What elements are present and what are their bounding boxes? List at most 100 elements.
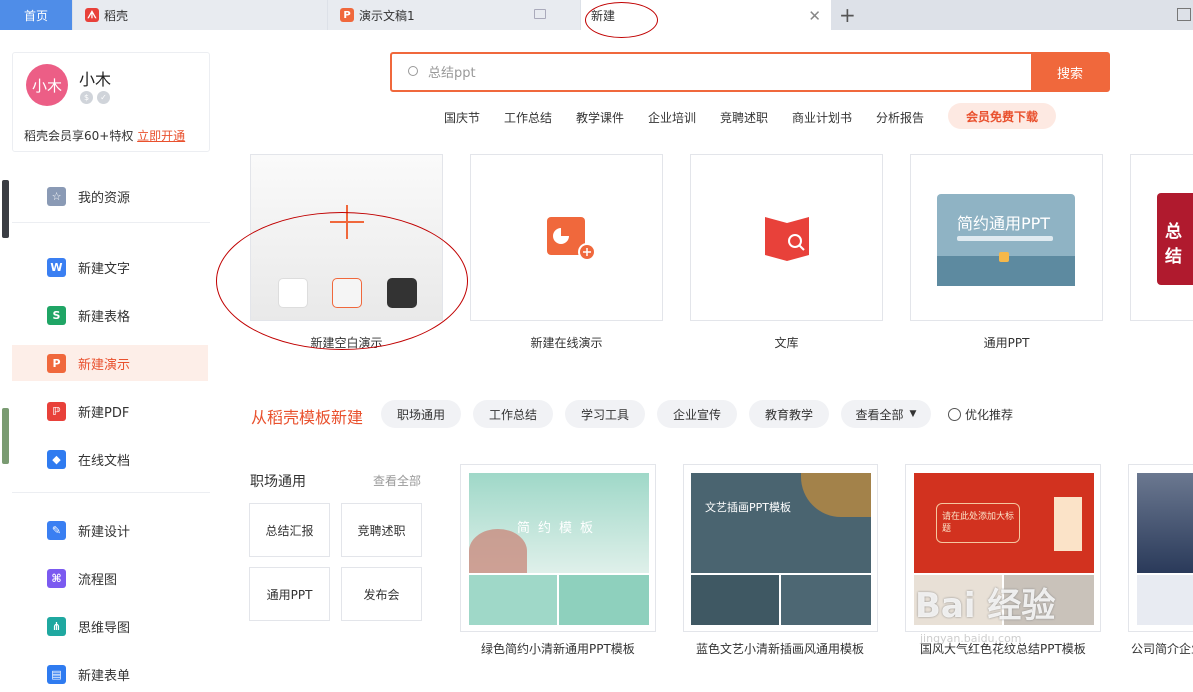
edge-level-indicator — [2, 408, 9, 464]
dark-theme-swatch[interactable] — [387, 278, 417, 308]
thumbnail-lamp — [999, 252, 1009, 262]
light-theme-swatch[interactable] — [332, 278, 362, 308]
general-ppt-thumbnail: 简约通用PPT — [937, 194, 1075, 286]
category-pill[interactable]: 工作总结 — [473, 400, 553, 428]
thumbnail-title: 文艺插画PPT模板 — [705, 501, 791, 514]
optimize-recommend-button[interactable]: 优化推荐 — [948, 406, 1013, 423]
tab-new-label: 新建 — [591, 8, 616, 23]
card-label: 新建空白演示 — [310, 336, 383, 350]
new-online-presentation-card[interactable] — [470, 154, 663, 321]
thumbnail-title: 简约通用PPT — [957, 214, 1051, 233]
sidebar-item-label: 在线文档 — [78, 453, 131, 469]
sidebar-item-flowchart[interactable]: ⌘ 流程图 — [12, 560, 208, 596]
sidebar-item-label: 新建文字 — [78, 261, 131, 277]
sidebar-item-new-pdf[interactable]: ℙ 新建PDF — [12, 393, 208, 429]
template-thumbnail: 请在此处添加大标题 — [914, 473, 1094, 573]
view-all-dropdown[interactable]: 查看全部 ▼ — [841, 400, 931, 428]
sidebar-item-label: 新建表格 — [78, 309, 131, 325]
ppt-icon: P — [340, 8, 354, 22]
baidu-watermark: Bai 经验 — [915, 586, 1056, 626]
smile-icon — [948, 408, 961, 421]
form-icon: ▤ — [47, 665, 66, 684]
template-thumbnail: 文艺插画PPT模板 — [691, 473, 871, 573]
tab-daoke[interactable]: ᗑ 稻壳 — [73, 0, 327, 30]
category-view-all-link[interactable]: 查看全部 — [373, 472, 421, 489]
hotword-link[interactable]: 国庆节 — [444, 109, 480, 126]
tab-presentation-label: 演示文稿1 — [359, 8, 415, 23]
tab-new[interactable]: 新建 ✕ — [581, 0, 831, 30]
template-card-company[interactable] — [1128, 464, 1193, 632]
sidebar-item-mindmap[interactable]: ⋔ 思维导图 — [12, 608, 208, 644]
category-button[interactable]: 总结汇报 — [249, 503, 330, 557]
hotword-link[interactable]: 商业计划书 — [792, 109, 852, 126]
hotword-link[interactable]: 教学课件 — [576, 109, 624, 126]
promo-text: 稻壳会员享60+特权 — [24, 129, 134, 143]
tab-bar: 首页 ᗑ 稻壳 P 演示文稿1 新建 ✕ + — [0, 0, 1193, 30]
category-pill[interactable]: 学习工具 — [565, 400, 645, 428]
sidebar-item-label: 新建PDF — [78, 405, 130, 421]
category-button[interactable]: 发布会 — [341, 567, 422, 621]
sidebar-item-online-doc[interactable]: ◆ 在线文档 — [12, 441, 208, 477]
category-button[interactable]: 通用PPT — [249, 567, 330, 621]
thumbnail-title: 请在此处添加大标题 — [942, 512, 1015, 534]
white-theme-swatch[interactable] — [278, 278, 308, 308]
tab-presentation[interactable]: P 演示文稿1 — [328, 0, 580, 30]
cloud-doc-icon: ◆ — [47, 450, 66, 469]
thumbnail-scroll — [1054, 497, 1082, 551]
sidebar-item-new-presentation[interactable]: P 新建演示 — [12, 345, 208, 381]
general-ppt-card[interactable]: 简约通用PPT — [910, 154, 1103, 321]
username: 小木 — [79, 70, 112, 89]
new-blank-presentation-card[interactable] — [250, 154, 443, 321]
category-button[interactable]: 竞聘述职 — [341, 503, 422, 557]
hotword-link[interactable]: 分析报告 — [876, 109, 924, 126]
sidebar-item-label: 流程图 — [78, 572, 118, 588]
search-input[interactable] — [428, 62, 1018, 84]
vip-free-download-button[interactable]: 会员免费下载 — [948, 103, 1056, 129]
activate-link[interactable]: 立即开通 — [137, 129, 185, 143]
avatar[interactable]: 小木 — [26, 64, 68, 106]
online-ppt-icon — [547, 217, 596, 261]
sidebar-item-new-design[interactable]: ✎ 新建设计 — [12, 512, 208, 548]
summary-template-card[interactable]: 总结 — [1130, 154, 1193, 321]
hotword-link[interactable]: 竞聘述职 — [720, 109, 768, 126]
card-label: 文库 — [774, 336, 799, 350]
template-card-green[interactable]: 简约模板 — [460, 464, 656, 632]
sidebar-item-new-form[interactable]: ▤ 新建表单 — [12, 656, 208, 692]
search-button[interactable]: 搜索 — [1031, 53, 1109, 91]
library-card[interactable] — [690, 154, 883, 321]
category-pill[interactable]: 职场通用 — [381, 400, 461, 428]
summary-thumbnail: 总结 — [1157, 193, 1193, 285]
sidebar-item-label: 新建设计 — [78, 524, 131, 540]
search-icon — [408, 66, 418, 76]
hotword-link[interactable]: 工作总结 — [504, 109, 552, 126]
close-icon[interactable]: ✕ — [808, 7, 821, 25]
pdf-icon: ℙ — [47, 402, 66, 421]
template-slide-preview — [469, 575, 557, 625]
template-card-blue[interactable]: 文艺插画PPT模板 — [683, 464, 878, 632]
hotword-link[interactable]: 企业培训 — [648, 109, 696, 126]
category-pill[interactable]: 教育教学 — [749, 400, 829, 428]
sidebar-item-label: 思维导图 — [78, 620, 131, 636]
design-icon: ✎ — [47, 521, 66, 540]
sidebar-item-my-resources[interactable]: ☆ 我的资源 — [12, 178, 208, 214]
category-pill[interactable]: 企业宣传 — [657, 400, 737, 428]
caret-down-icon: ▼ — [909, 409, 917, 419]
window-icon[interactable] — [1177, 8, 1191, 21]
thumbnail-bar — [957, 236, 1053, 241]
edge-scroll-indicator — [2, 180, 9, 238]
sidebar-item-new-text[interactable]: W 新建文字 — [12, 249, 208, 285]
divider — [12, 492, 210, 493]
thumbnail-title: 总结 — [1165, 222, 1182, 267]
tab-home[interactable]: 首页 — [0, 0, 72, 30]
library-book-icon — [765, 217, 809, 261]
card-label: 通用PPT — [983, 336, 1030, 350]
template-slide-preview — [1137, 575, 1193, 625]
ppt-icon: P — [47, 354, 66, 373]
card-label: 新建在线演示 — [530, 336, 603, 350]
vip-badge-icon: $ — [80, 91, 93, 104]
add-tab-icon[interactable]: + — [839, 3, 856, 27]
level-badge-icon: ✓ — [97, 91, 110, 104]
word-icon: W — [47, 258, 66, 277]
template-section-title: 从稻壳模板新建 — [251, 408, 364, 427]
sidebar-item-new-sheet[interactable]: S 新建表格 — [12, 297, 208, 333]
